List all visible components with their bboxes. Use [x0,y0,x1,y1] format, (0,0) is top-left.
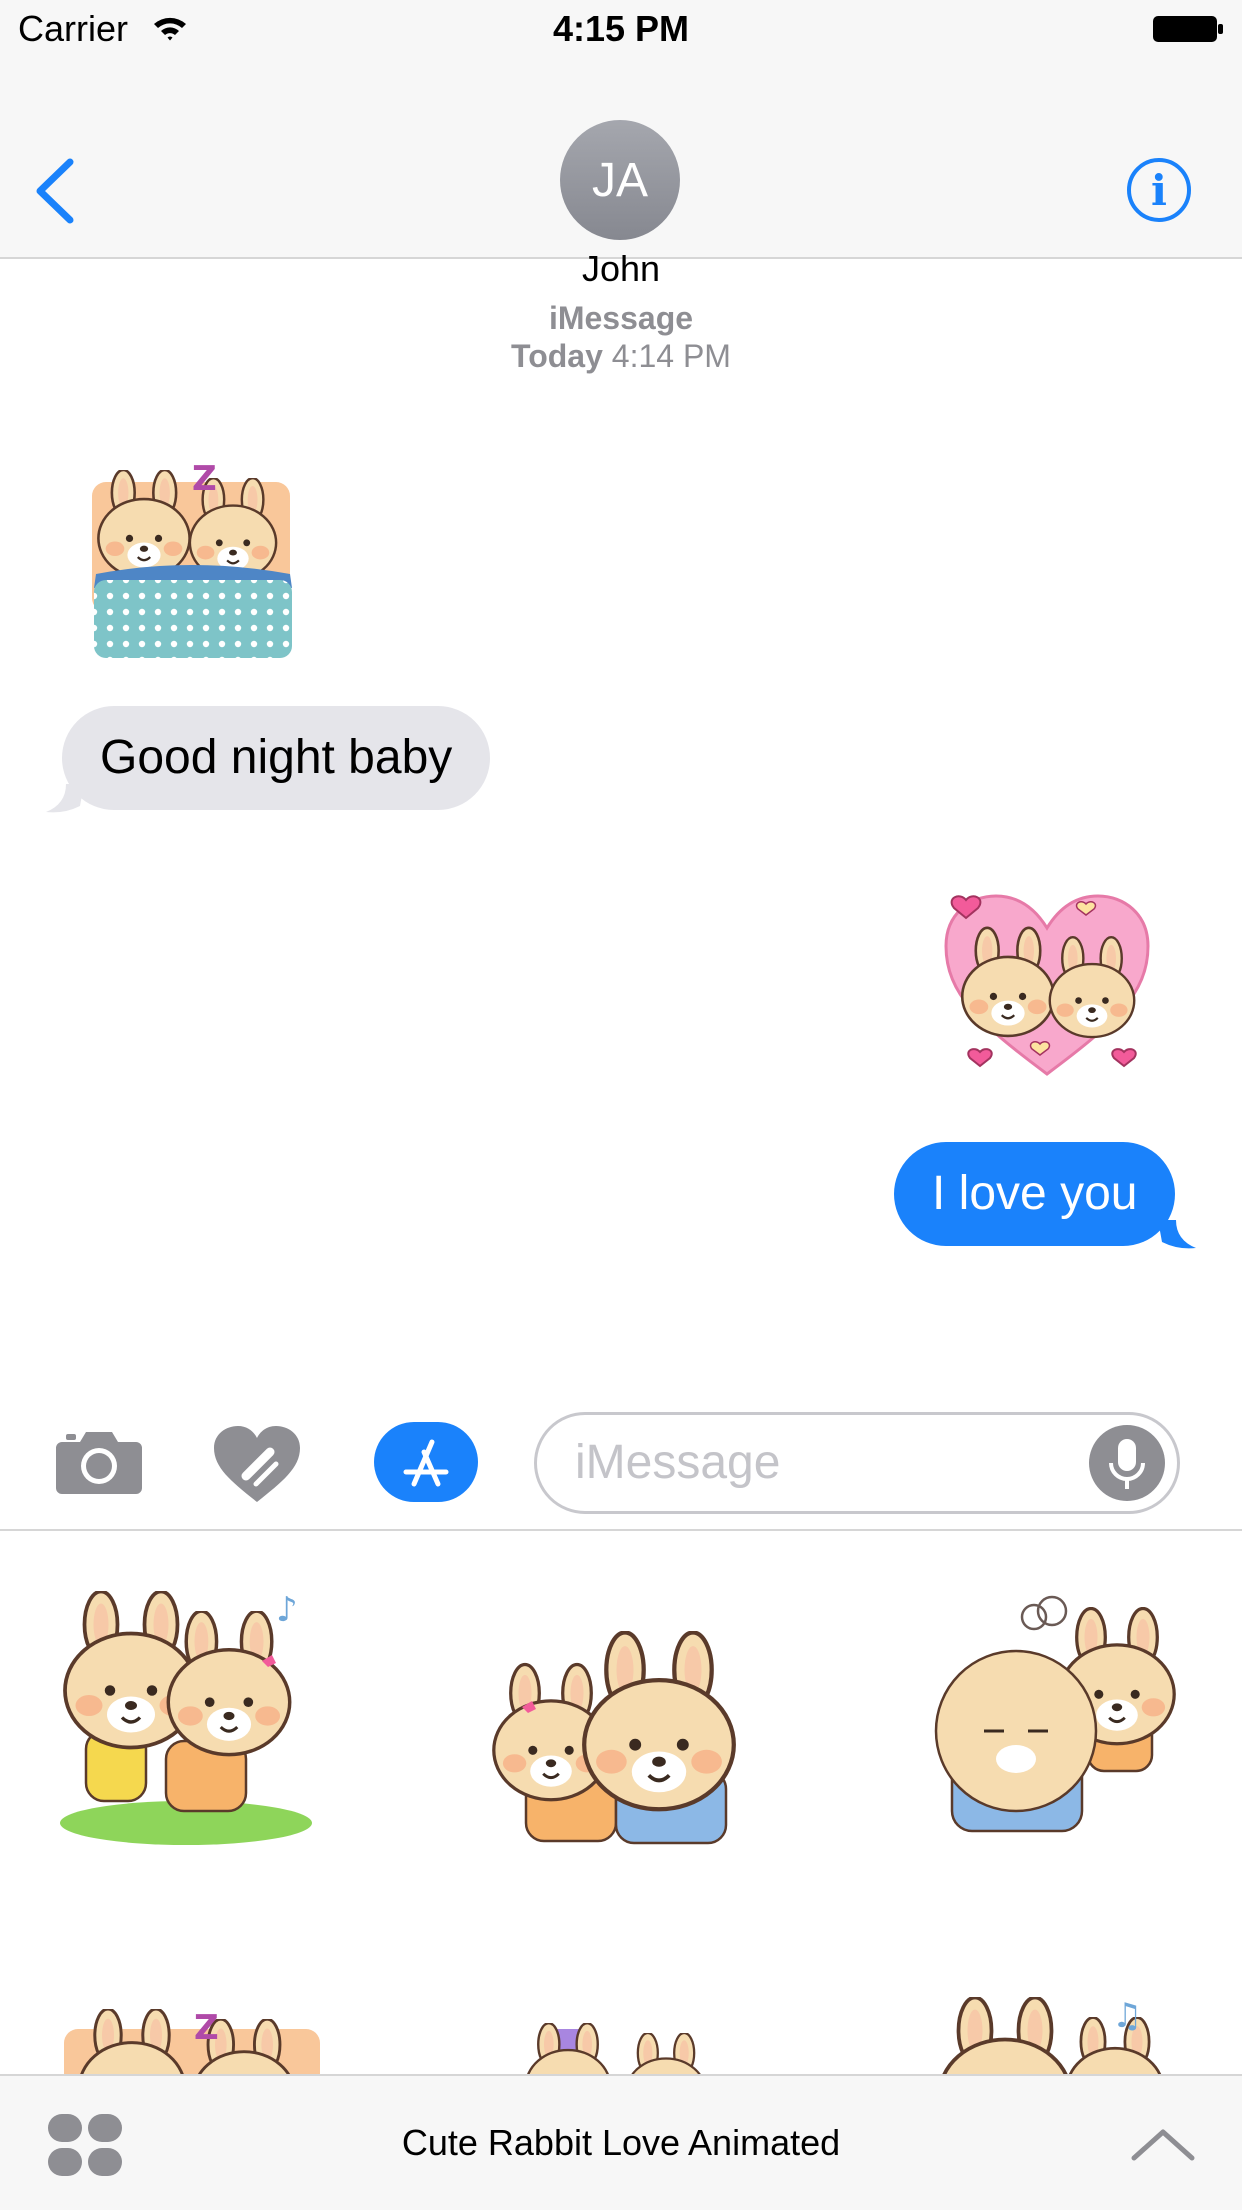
outgoing-message-bubble[interactable]: I love you [894,1142,1176,1246]
rabbits-angry-sticker[interactable] [912,1591,1192,1851]
rabbits-dancing-sticker[interactable]: ♪ [56,1591,326,1851]
sleeping-rabbits-sticker[interactable]: Z [62,2009,322,2076]
app-title: Cute Rabbit Love Animated [401,2122,841,2163]
app-store-icon [403,1439,449,1487]
info-icon[interactable]: i [1127,158,1191,222]
microphone-button[interactable] [1089,1425,1165,1501]
sleeping-rabbits-sticker[interactable]: Z [86,460,302,660]
app-store-button[interactable] [374,1422,478,1502]
rabbits-music-sticker[interactable]: ♫ [930,1997,1170,2076]
message-placeholder: iMessage [575,1436,781,1489]
rabbits-gift-sticker[interactable] [520,2017,720,2076]
outgoing-bubble-tail [1158,1220,1196,1249]
svg-text:Z: Z [192,460,217,499]
battery-icon [1153,16,1223,42]
status-bar: Carrier 4:15 PM [0,0,1242,60]
camera-icon[interactable] [56,1426,142,1496]
app-bar: Cute Rabbit Love Animated [0,2074,1242,2210]
svg-text:♪: ♪ [276,1591,298,1630]
contact-name[interactable]: John [0,248,1242,290]
message-input[interactable]: iMessage [534,1412,1180,1514]
status-time: 4:15 PM [552,8,690,49]
back-chevron-icon[interactable] [30,156,80,226]
microphone-icon [1109,1439,1145,1489]
digital-touch-icon[interactable] [212,1424,302,1504]
conversation-header: JA John i [0,60,1242,289]
svg-text:Z: Z [194,2009,219,2048]
timestamp-date: Today [511,338,603,374]
message-timestamp: Today 4:14 PM [0,338,1242,375]
sticker-drawer: ♪ Z ♫ [0,1531,1242,2076]
incoming-message-bubble[interactable]: Good night baby [62,706,491,810]
service-label: iMessage [548,300,694,336]
chevron-up-icon[interactable] [1130,2126,1196,2162]
incoming-bubble-tail [46,784,84,813]
svg-text:♫: ♫ [1112,1997,1142,2036]
contact-avatar[interactable]: JA [560,120,680,240]
timestamp-time: 4:14 PM [611,338,731,374]
heart-rabbits-sticker[interactable] [940,884,1154,1084]
rabbits-hugging-sticker[interactable] [486,1631,756,1851]
